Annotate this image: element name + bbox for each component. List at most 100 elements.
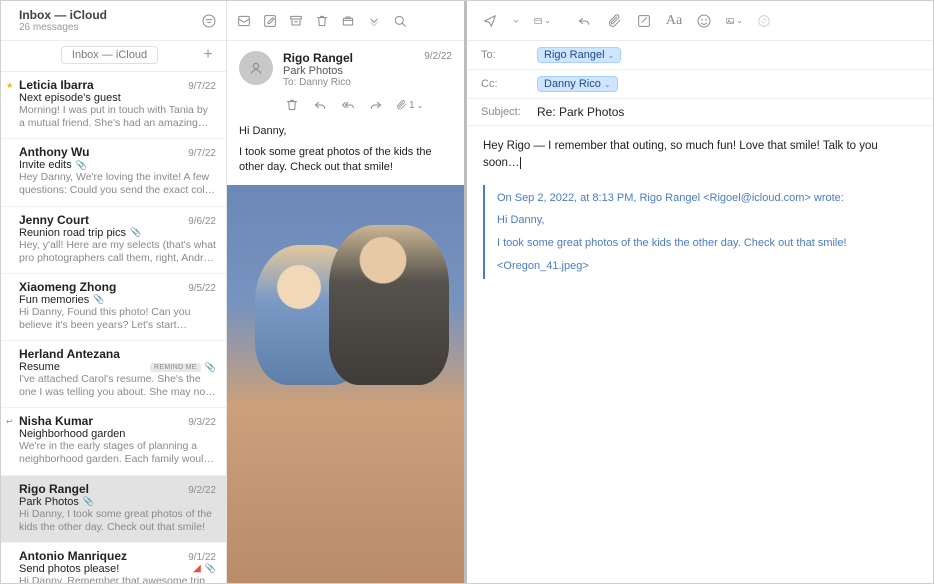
to-label: To: bbox=[481, 49, 537, 61]
attachment-clip-icon: 📎 bbox=[83, 496, 94, 507]
message-item[interactable]: ↩ Nisha Kumar 9/3/22 Neighborhood gardenWe'… bbox=[1, 408, 226, 475]
message-list-pane: Inbox — iCloud 26 messages Inbox — iClou… bbox=[1, 1, 227, 583]
mailbox-tab-bar: Inbox — iCloud + bbox=[1, 41, 226, 72]
attachment-clip-icon: 📎 bbox=[76, 160, 87, 171]
mailboxes-icon[interactable] bbox=[235, 12, 253, 30]
send-menu-icon[interactable] bbox=[511, 12, 521, 30]
preview-body-line: Hi Danny, bbox=[239, 124, 452, 139]
message-preview: Hey Danny, We're loving the invite! A fe… bbox=[19, 171, 216, 197]
message-preview: We're in the early stages of planning a … bbox=[19, 440, 216, 466]
message-subject: Neighborhood garden bbox=[19, 428, 125, 440]
message-date: 9/1/22 bbox=[188, 552, 216, 563]
message-sender: Jenny Court bbox=[19, 213, 89, 227]
subject-field-row[interactable]: Subject: bbox=[467, 99, 933, 126]
attach-icon[interactable] bbox=[605, 12, 623, 30]
to-field-row[interactable]: To: Rigo Rangel⌄ bbox=[467, 41, 933, 70]
preview-header: Rigo Rangel Park Photos To: Danny Rico 9… bbox=[227, 41, 464, 94]
message-sender: Nisha Kumar bbox=[19, 414, 93, 428]
message-sender: Antonio Manriquez bbox=[19, 549, 127, 563]
filter-icon[interactable] bbox=[200, 12, 218, 30]
send-icon[interactable] bbox=[481, 12, 499, 30]
message-date: 9/7/22 bbox=[188, 81, 216, 92]
attachment-clip-icon: 📎 bbox=[205, 563, 216, 574]
trash-icon[interactable] bbox=[313, 12, 331, 30]
compose-toolbar: ⌄ Aa ⌄ bbox=[467, 1, 933, 41]
preview-date: 9/2/22 bbox=[424, 51, 452, 88]
quote-line: Hi Danny, bbox=[497, 211, 917, 230]
message-preview: Hi Danny, Found this photo! Can you beli… bbox=[19, 306, 216, 332]
quoted-reply: On Sep 2, 2022, at 8:13 PM, Rigo Rangel … bbox=[483, 185, 917, 280]
quote-line: I took some great photos of the kids the… bbox=[497, 234, 917, 253]
message-preview: Hi Danny, I took some great photos of th… bbox=[19, 508, 216, 534]
preview-to: To: Danny Rico bbox=[283, 77, 414, 88]
photo-icon[interactable]: ⌄ bbox=[725, 12, 743, 30]
mailbox-tab[interactable]: Inbox — iCloud bbox=[61, 46, 158, 64]
flag-icon: ◢ bbox=[193, 563, 201, 574]
message-subject: Send photos please! bbox=[19, 563, 119, 575]
link-icon bbox=[755, 12, 773, 30]
cc-field-row[interactable]: Cc: Danny Rico⌄ bbox=[467, 70, 933, 99]
message-item[interactable]: Anthony Wu 9/7/22 Invite edits 📎Hey Danny, … bbox=[1, 139, 226, 206]
cc-token[interactable]: Danny Rico⌄ bbox=[537, 76, 618, 92]
pv-trash-icon[interactable] bbox=[283, 96, 301, 114]
message-list[interactable]: ★Leticia Ibarra9/7/22Next episode's gues… bbox=[1, 72, 226, 583]
pv-reply-icon[interactable] bbox=[311, 96, 329, 114]
message-item[interactable]: Herland AntezanaResumeREMIND ME📎I've att… bbox=[1, 341, 226, 408]
markup-icon[interactable] bbox=[635, 12, 653, 30]
pv-reply-all-icon[interactable] bbox=[339, 96, 357, 114]
junk-icon[interactable] bbox=[339, 12, 357, 30]
add-tab-button[interactable]: + bbox=[198, 45, 218, 65]
archive-icon[interactable] bbox=[287, 12, 305, 30]
pv-forward-icon[interactable] bbox=[367, 96, 385, 114]
message-date: 9/5/22 bbox=[188, 283, 216, 294]
attachment-clip-icon: 📎 bbox=[130, 227, 141, 238]
preview-body: Hi Danny, I took some great photos of th… bbox=[227, 120, 464, 185]
sender-avatar bbox=[239, 51, 273, 85]
subject-label: Subject: bbox=[481, 106, 537, 118]
attachment-clip-icon: 📎 bbox=[93, 294, 104, 305]
preview-sender: Rigo Rangel bbox=[283, 51, 414, 65]
emoji-icon[interactable] bbox=[695, 12, 713, 30]
mailbox-title: Inbox — iCloud bbox=[19, 8, 107, 22]
message-preview: Hi Danny, Remember that awesome trip we … bbox=[19, 575, 216, 583]
cc-label: Cc: bbox=[481, 78, 537, 90]
message-sender: Rigo Rangel bbox=[19, 482, 89, 496]
reply-indicator-icon: ↩ bbox=[6, 417, 13, 426]
message-date: 9/3/22 bbox=[188, 417, 216, 428]
message-preview: I've attached Carol's resume. She's the … bbox=[19, 373, 216, 399]
message-subject: Next episode's guest bbox=[19, 92, 121, 104]
compose-body[interactable]: Hey Rigo — I remember that outing, so mu… bbox=[467, 126, 933, 583]
message-preview: Hey, y'all! Here are my selects (that's … bbox=[19, 239, 216, 265]
message-item[interactable]: Jenny Court9/6/22Reunion road trip pics📎… bbox=[1, 207, 226, 274]
attachment-indicator[interactable]: 1⌄ bbox=[395, 99, 423, 111]
mailbox-count: 26 messages bbox=[19, 22, 107, 33]
preview-pane: Rigo Rangel Park Photos To: Danny Rico 9… bbox=[227, 1, 467, 583]
header-fields-icon[interactable]: ⌄ bbox=[533, 12, 551, 30]
remind-badge: REMIND ME bbox=[150, 363, 201, 372]
message-date: 9/6/22 bbox=[188, 216, 216, 227]
preview-subject: Park Photos bbox=[283, 65, 414, 77]
subject-input[interactable] bbox=[537, 105, 919, 119]
quote-attachment-ref: <Oregon_41.jpeg> bbox=[497, 257, 917, 276]
message-sender: Anthony Wu bbox=[19, 145, 89, 159]
message-subject: Invite edits bbox=[19, 159, 72, 171]
message-item[interactable]: ★Leticia Ibarra9/7/22Next episode's gues… bbox=[1, 72, 226, 139]
message-sender: Xiaomeng Zhong bbox=[19, 280, 116, 294]
message-date: 9/2/22 bbox=[188, 485, 216, 496]
format-icon[interactable]: Aa bbox=[665, 12, 683, 30]
preview-attachment-image[interactable] bbox=[227, 185, 464, 583]
star-icon: ★ bbox=[6, 81, 13, 90]
message-date: 9/7/22 bbox=[188, 148, 216, 159]
message-item[interactable]: Rigo Rangel 9/2/22 Park Photos 📎Hi Danny, I… bbox=[1, 476, 226, 543]
compose-pane: ⌄ Aa ⌄ To: Rigo Rangel⌄ Cc: Danny Rico⌄ … bbox=[467, 1, 933, 583]
message-item[interactable]: Antonio Manriquez 9/1/22 Send photos pleas… bbox=[1, 543, 226, 583]
reply-icon[interactable] bbox=[575, 12, 593, 30]
compose-icon[interactable] bbox=[261, 12, 279, 30]
to-token[interactable]: Rigo Rangel⌄ bbox=[537, 47, 621, 63]
message-item[interactable]: Xiaomeng Zhong 9/5/22 Fun memories 📎Hi Dann… bbox=[1, 274, 226, 341]
preview-actions: 1⌄ bbox=[227, 94, 464, 120]
search-icon[interactable] bbox=[391, 12, 409, 30]
message-subject: Park Photos bbox=[19, 496, 79, 508]
more-icon[interactable] bbox=[365, 12, 383, 30]
message-subject: Fun memories bbox=[19, 294, 89, 306]
